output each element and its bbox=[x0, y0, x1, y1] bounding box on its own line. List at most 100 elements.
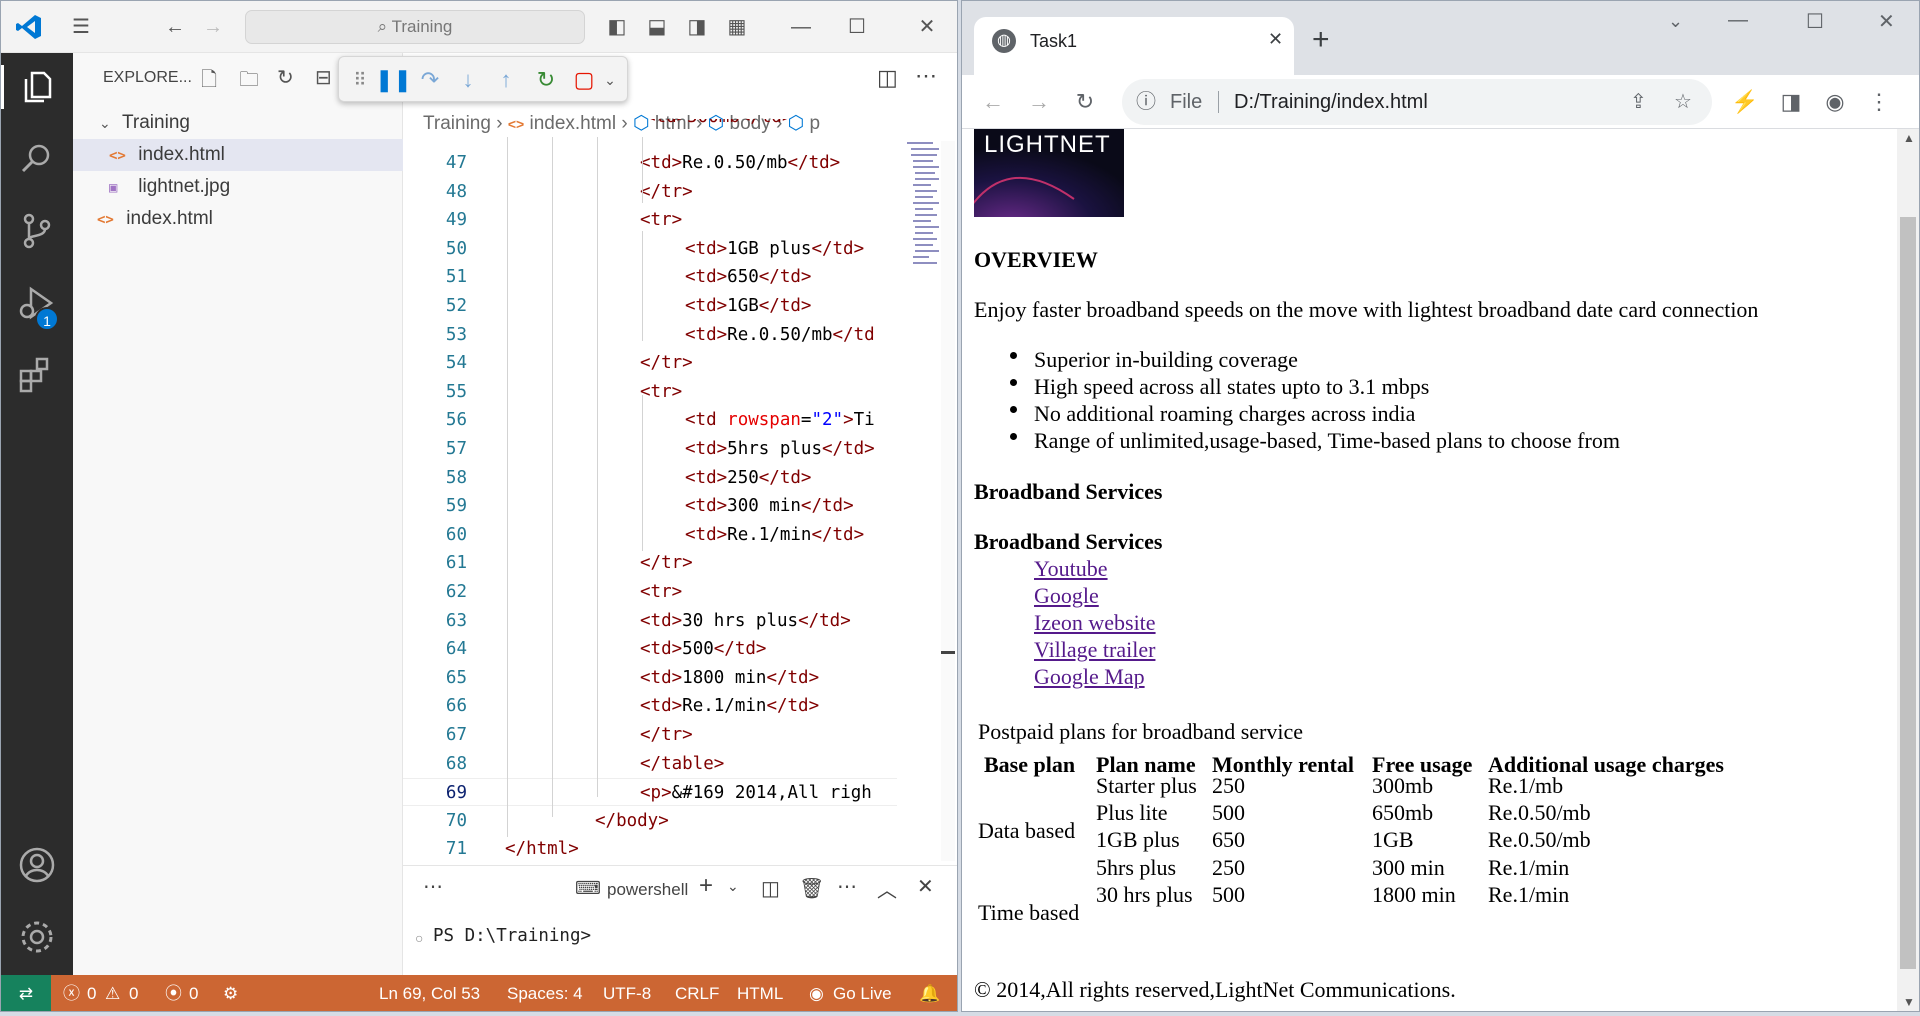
maximize-window-icon[interactable]: ☐ bbox=[1806, 9, 1824, 34]
accounts-icon[interactable] bbox=[15, 843, 59, 887]
cursor-position[interactable]: Ln 69, Col 53 bbox=[379, 975, 480, 1011]
code-line[interactable]: 68 </table> bbox=[403, 750, 897, 778]
share-icon[interactable]: ⇪ bbox=[1630, 79, 1647, 125]
code-line[interactable]: 70 </body> bbox=[403, 807, 897, 835]
command-center-search[interactable]: ⌕ Training bbox=[245, 10, 585, 44]
extension-icon[interactable]: ⚡ bbox=[1728, 85, 1762, 119]
scroll-up-arrow-icon[interactable]: ▲ bbox=[1903, 131, 1915, 145]
code-line[interactable]: 63 <td>30 hrs plus</td> bbox=[403, 607, 897, 635]
step-out-icon[interactable]: ↑ bbox=[491, 65, 521, 95]
forward-arrow-icon[interactable]: → bbox=[1022, 85, 1056, 119]
code-line[interactable]: 53 <td>Re.0.50/mb</td bbox=[403, 321, 897, 349]
go-live-button[interactable]: Go Live bbox=[833, 975, 892, 1011]
more-actions-icon[interactable]: ⋯ bbox=[837, 874, 857, 899]
code-line[interactable]: 55 <tr> bbox=[403, 378, 897, 406]
close-window-icon[interactable]: ✕ bbox=[913, 13, 941, 41]
drag-handle-icon[interactable]: ⠿ bbox=[345, 65, 375, 95]
toggle-sidebar-icon[interactable]: ◧ bbox=[603, 13, 631, 41]
link-youtube[interactable]: Youtube bbox=[1034, 556, 1108, 582]
more-actions-icon[interactable]: ⋯ bbox=[423, 874, 443, 899]
code-line[interactable]: 57 <td>5hrs plus</td> bbox=[403, 435, 897, 463]
page-scrollbar[interactable]: ▲ ▼ bbox=[1897, 129, 1919, 1011]
split-terminal-icon[interactable]: ◫ bbox=[761, 876, 780, 901]
code-line[interactable]: 61 </tr> bbox=[403, 549, 897, 577]
forward-arrow-icon[interactable]: → bbox=[199, 13, 227, 41]
terminal-shell-name[interactable]: powershell bbox=[607, 880, 688, 900]
maximize-panel-icon[interactable]: ︿ bbox=[877, 874, 897, 903]
error-icon[interactable]: ⓧ bbox=[63, 975, 80, 1011]
warning-icon[interactable]: ⚠ bbox=[105, 975, 120, 1011]
code-line[interactable]: 48 </tr> bbox=[403, 178, 897, 206]
toggle-secondary-sidebar-icon[interactable]: ◨ bbox=[683, 13, 711, 41]
code-line[interactable]: 71 </html> bbox=[403, 835, 897, 863]
code-line[interactable]: 69 <p>&#169 2014,All righ bbox=[403, 778, 897, 807]
search-icon[interactable] bbox=[15, 137, 59, 181]
address-bar[interactable]: ⓘ File D:/Training/index.html ⇪ ☆ bbox=[1122, 79, 1712, 125]
back-arrow-icon[interactable]: ← bbox=[976, 85, 1010, 119]
scroll-down-arrow-icon[interactable]: ▼ bbox=[1903, 995, 1915, 1009]
terminal-panel[interactable]: ⋯ ⌨ powershell + ⌄ ◫ 🗑 ⋯ ︿ ✕ ○ PS D:\Tra… bbox=[403, 865, 957, 975]
close-window-icon[interactable]: ✕ bbox=[1878, 9, 1895, 34]
scrollbar-thumb[interactable] bbox=[1900, 217, 1916, 969]
reload-icon[interactable]: ↻ bbox=[1068, 85, 1102, 119]
close-panel-icon[interactable]: ✕ bbox=[917, 874, 934, 899]
back-arrow-icon[interactable]: ← bbox=[161, 13, 189, 41]
new-file-icon[interactable]: 🗋 bbox=[201, 65, 217, 99]
browser-tab[interactable]: ◍ Task1 ✕ bbox=[974, 17, 1294, 79]
maximize-window-icon[interactable]: ☐ bbox=[843, 13, 871, 41]
new-folder-icon[interactable]: 🗀 bbox=[239, 65, 259, 99]
code-line[interactable]: 67 </tr> bbox=[403, 721, 897, 749]
code-line[interactable]: 51 <td>650</td> bbox=[403, 263, 897, 291]
code-line[interactable]: 54 </tr> bbox=[403, 349, 897, 377]
refresh-icon[interactable]: ↻ bbox=[277, 65, 294, 90]
chrome-menu-icon[interactable]: ⋮ bbox=[1862, 85, 1896, 119]
language-mode[interactable]: HTML bbox=[737, 975, 783, 1011]
code-line[interactable]: 60 <td>Re.1/min</td> bbox=[403, 521, 897, 549]
manage-gear-icon[interactable] bbox=[15, 915, 59, 959]
source-control-icon[interactable] bbox=[15, 209, 59, 253]
profile-avatar-icon[interactable]: ◉ bbox=[1818, 85, 1852, 119]
code-line[interactable]: 49 <tr> bbox=[403, 206, 897, 234]
extensions-icon[interactable] bbox=[15, 353, 59, 397]
indentation[interactable]: Spaces: 4 bbox=[507, 975, 583, 1011]
tree-file-root-index-html[interactable]: <> index.html bbox=[73, 203, 403, 235]
link-google[interactable]: Google bbox=[1034, 583, 1099, 609]
link-village-trailer[interactable]: Village trailer bbox=[1034, 637, 1155, 663]
collapse-all-icon[interactable]: ⊟ bbox=[315, 65, 332, 90]
code-line[interactable]: 52 <td>1GB</td> bbox=[403, 292, 897, 320]
remote-icon[interactable]: ⇄ bbox=[1, 975, 51, 1011]
tree-folder-training[interactable]: ⌄ Training bbox=[73, 107, 403, 139]
more-actions-icon[interactable]: ⋯ bbox=[915, 63, 937, 89]
tab-search-icon[interactable]: ⌄ bbox=[1668, 11, 1683, 32]
end-of-line[interactable]: CRLF bbox=[675, 975, 719, 1011]
add-terminal-icon[interactable]: + bbox=[699, 872, 713, 900]
chevron-down-icon[interactable]: ⌄ bbox=[595, 65, 625, 95]
code-line[interactable]: 58 <td>250</td> bbox=[403, 464, 897, 492]
customize-layout-icon[interactable]: ▦ bbox=[723, 13, 751, 41]
minimize-window-icon[interactable]: — bbox=[787, 13, 815, 41]
notifications-icon[interactable]: 🔔 bbox=[919, 975, 940, 1011]
explorer-icon[interactable] bbox=[1, 65, 73, 109]
broadcast-icon[interactable]: ◉ bbox=[809, 975, 824, 1011]
trash-icon[interactable]: 🗑 bbox=[799, 876, 824, 901]
menu-icon[interactable]: ☰ bbox=[67, 13, 95, 41]
code-line[interactable]: 47 <td>Re.0.50/mb</td> bbox=[403, 149, 897, 177]
side-panel-icon[interactable]: ◨ bbox=[1774, 85, 1808, 119]
new-tab-icon[interactable]: + bbox=[1312, 23, 1330, 57]
ports-count[interactable]: 0 bbox=[189, 975, 198, 1011]
tree-file-index-html[interactable]: <> index.html bbox=[73, 139, 403, 171]
ports-icon[interactable]: ⦿ bbox=[165, 975, 182, 1011]
toggle-panel-icon[interactable]: ⬓ bbox=[643, 13, 671, 41]
code-line[interactable]: 65 <td>1800 min</td> bbox=[403, 664, 897, 692]
code-line[interactable]: 64 <td>500</td> bbox=[403, 635, 897, 663]
encoding[interactable]: UTF-8 bbox=[603, 975, 651, 1011]
code-line[interactable]: 66 <td>Re.1/min</td> bbox=[403, 692, 897, 720]
link-google-map[interactable]: Google Map bbox=[1034, 664, 1145, 690]
split-editor-icon[interactable]: ◫ bbox=[877, 65, 898, 91]
chevron-down-icon[interactable]: ⌄ bbox=[727, 878, 739, 895]
close-tab-icon[interactable]: ✕ bbox=[1268, 29, 1283, 50]
debug-target-icon[interactable]: ⚙ bbox=[223, 975, 238, 1011]
code-line[interactable]: 59 <td>300 min</td> bbox=[403, 492, 897, 520]
warning-count[interactable]: 0 bbox=[129, 975, 138, 1011]
error-count[interactable]: 0 bbox=[87, 975, 96, 1011]
